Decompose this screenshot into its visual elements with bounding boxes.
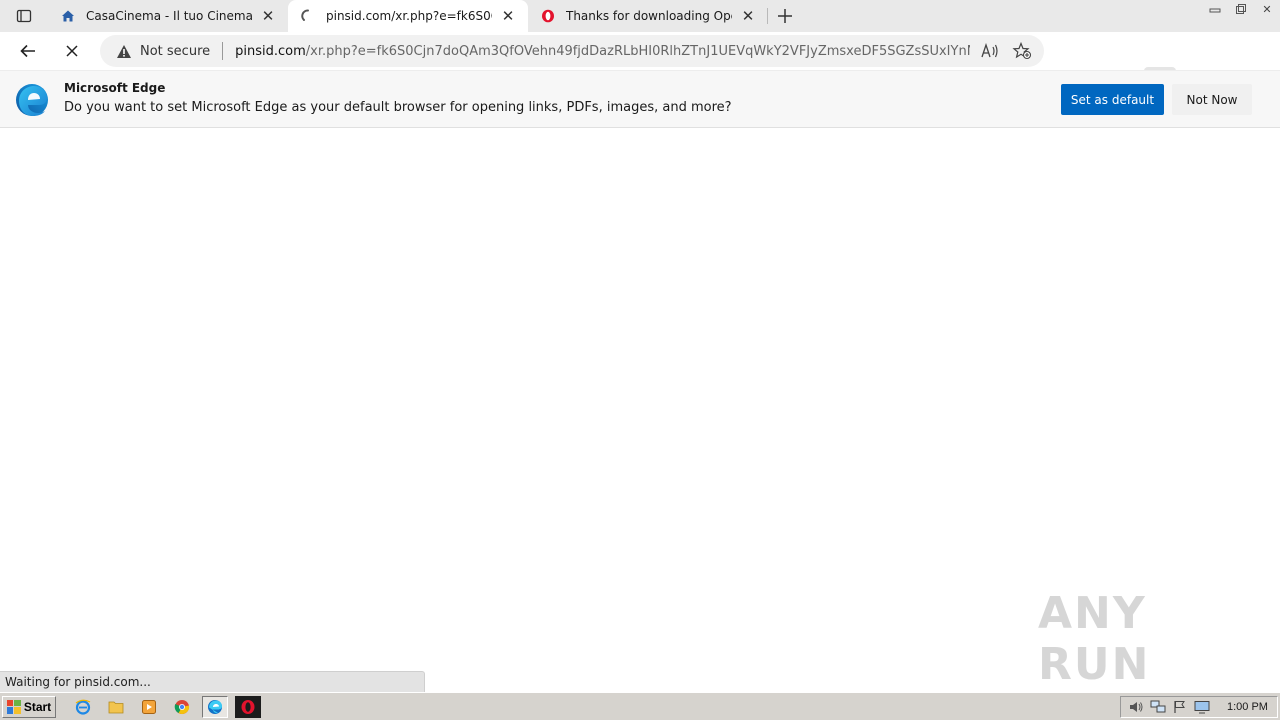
ie-quicklaunch[interactable] [70,696,96,718]
network-icon [1150,700,1166,713]
back-button[interactable] [10,35,46,67]
browser-toolbar: Not secure pinsid.com/xr.php?e=fk6S0Cjn7… [0,32,1280,99]
read-aloud-icon [981,43,998,58]
back-arrow-icon [20,44,35,58]
tab-separator [767,8,768,24]
plus-icon [778,9,792,23]
tab-title: pinsid.com/xr.php?e=fk6S0Cjn7c [326,9,492,23]
omnibox-separator [222,42,224,60]
infobar-message: Do you want to set Microsoft Edge as you… [64,100,732,115]
windows-flag-icon [6,699,21,714]
internet-explorer-icon [75,699,91,715]
url-text[interactable]: pinsid.com/xr.php?e=fk6S0Cjn7doQAm3QfOVe… [235,44,970,59]
minimize-button[interactable] [1202,0,1228,18]
set-as-default-button[interactable]: Set as default [1061,84,1164,115]
flag-icon [1174,701,1185,713]
explorer-quicklaunch[interactable] [103,696,129,718]
taskbar-clock[interactable]: 1:00 PM [1227,701,1268,713]
system-tray: 1:00 PM [1120,696,1278,718]
add-favorite-button[interactable] [1006,35,1038,67]
media-player-icon [142,699,156,714]
volume-tray-button[interactable] [1125,698,1147,716]
tab-actions-icon [16,9,32,23]
edge-taskbar-button[interactable] [202,695,228,718]
security-warning[interactable]: Not secure [116,44,210,59]
tab-actions-button[interactable] [0,0,48,32]
status-bubble: Waiting for pinsid.com... [0,671,425,692]
loading-spinner-icon [300,8,316,24]
edge-icon [208,699,222,714]
window-controls: ✕ [1202,0,1280,18]
anyrun-watermark: ANY RUN [1038,588,1238,690]
folder-icon [108,701,124,713]
action-center-tray-button[interactable] [1169,698,1191,716]
chrome-icon [174,699,190,714]
new-tab-button[interactable] [768,0,802,32]
security-label: Not secure [140,43,211,59]
tab-title: Thanks for downloading Opera [566,9,732,23]
tab-casacinema[interactable]: CasaCinema - Il tuo Cinema Stre ✕ [48,0,288,32]
opera-icon [540,8,556,24]
restore-icon [1236,4,1246,14]
network-tray-button[interactable] [1147,698,1169,716]
warning-triangle-icon [117,44,131,58]
restore-button[interactable] [1228,0,1254,18]
close-tab-icon[interactable]: ✕ [498,6,518,26]
display-tray-button[interactable] [1191,698,1213,716]
minimize-icon [1209,8,1221,13]
default-browser-infobar: Microsoft Edge Do you want to set Micros… [0,70,1280,128]
tab-title: CasaCinema - Il tuo Cinema Stre [86,9,252,23]
stop-loading-button[interactable] [54,35,90,67]
url-host: pinsid.com [235,43,306,59]
address-bar[interactable]: Not secure pinsid.com/xr.php?e=fk6S0Cjn7… [100,35,1044,67]
house-icon [60,8,76,24]
monitor-icon [1194,701,1210,714]
start-button[interactable]: Start [2,695,56,718]
star-add-icon [1012,42,1032,60]
opera-taskbar-button[interactable] [235,695,261,718]
watermark-text: ANY RUN [1038,588,1151,690]
not-now-button[interactable]: Not Now [1172,84,1252,115]
read-aloud-button[interactable] [974,35,1006,67]
edge-logo-icon [16,84,48,116]
infobar-title: Microsoft Edge [64,81,166,95]
url-path: /xr.php?e=fk6S0Cjn7doQAm3QfOVehn49fjdDaz… [305,43,971,59]
taskbar: Start 1:00 PM [0,692,1280,720]
speaker-icon [1130,702,1143,712]
tab-pinsid[interactable]: pinsid.com/xr.php?e=fk6S0Cjn7c ✕ [288,0,528,32]
stop-icon [66,45,78,57]
close-tab-icon[interactable]: ✕ [258,6,278,26]
chrome-quicklaunch[interactable] [169,696,195,718]
start-label: Start [23,699,52,714]
close-tab-icon[interactable]: ✕ [738,6,758,26]
close-window-button[interactable]: ✕ [1254,0,1280,18]
tab-strip: CasaCinema - Il tuo Cinema Stre ✕ pinsid… [0,0,1280,32]
opera-icon [241,699,255,714]
close-icon: ✕ [1262,2,1272,16]
tab-opera[interactable]: Thanks for downloading Opera ✕ [528,0,768,32]
media-player-quicklaunch[interactable] [136,696,162,718]
